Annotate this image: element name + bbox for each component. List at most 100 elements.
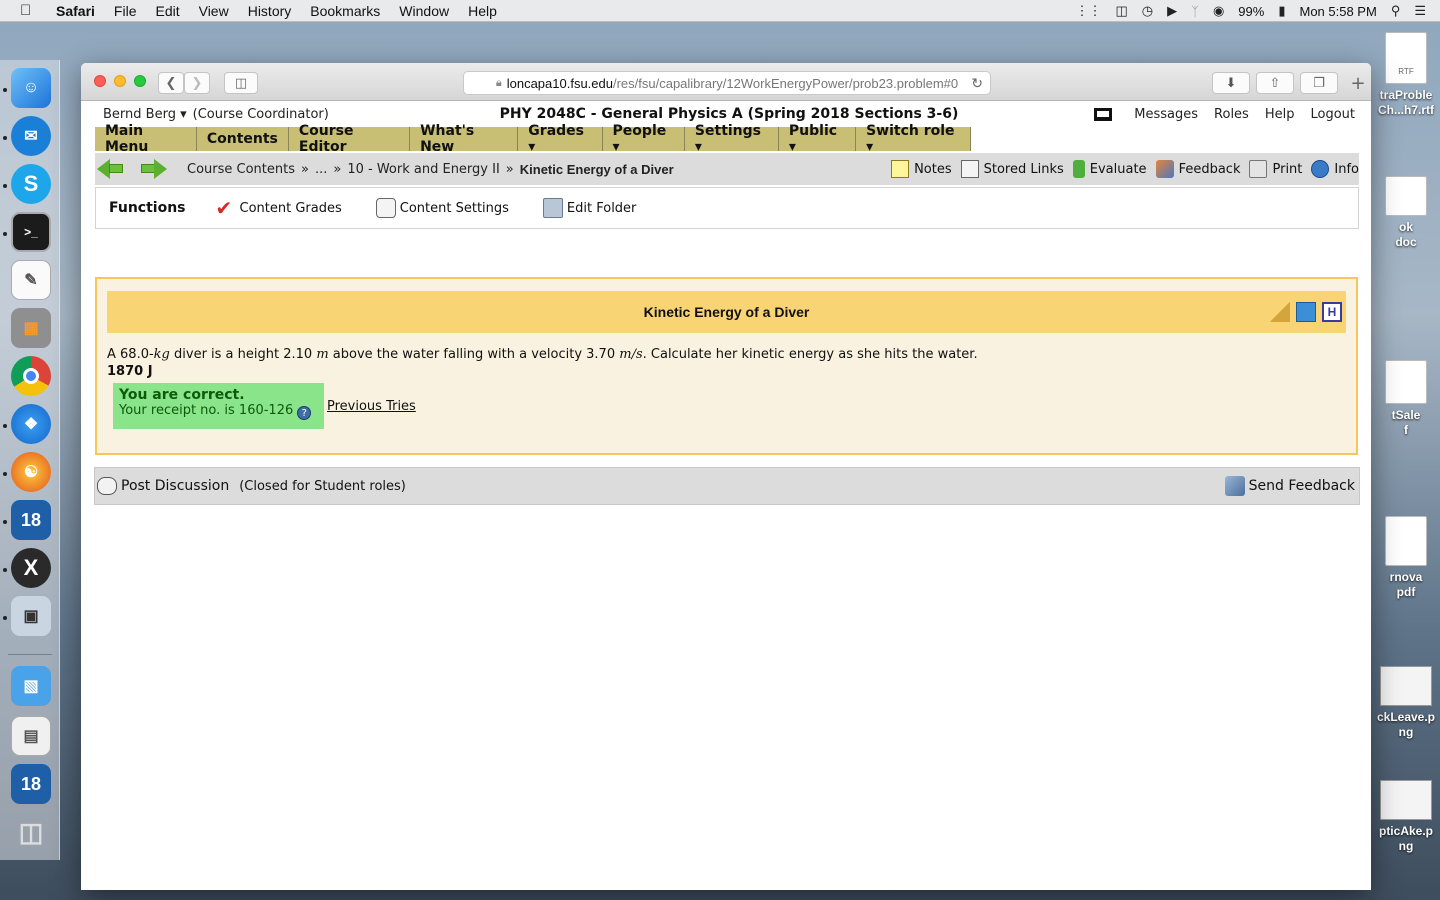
send-feedback-icon — [1224, 476, 1245, 496]
problem-title: Kinetic Energy of a Diver — [643, 304, 810, 320]
tab-overview-button[interactable]: ❐ — [1300, 72, 1338, 94]
wifi-icon[interactable]: ◉ — [1213, 3, 1224, 19]
notification-center-icon[interactable]: ☰ — [1414, 3, 1426, 19]
desktop-file[interactable]: tSale f — [1372, 360, 1440, 438]
menu-edit[interactable]: Edit — [155, 3, 179, 19]
menu-bookmarks[interactable]: Bookmarks — [310, 3, 380, 19]
edit-folder-link[interactable]: Edit Folder — [542, 198, 636, 218]
menu-grades[interactable]: Grades ▾ — [518, 123, 603, 155]
evaluate-button[interactable]: Evaluate — [1072, 160, 1147, 178]
menu-file[interactable]: File — [114, 3, 137, 19]
menu-settings[interactable]: Settings ▾ — [685, 123, 779, 155]
breadcrumb-separator: » — [505, 161, 514, 177]
help-link[interactable]: Help — [1265, 107, 1295, 122]
problem-header-icons: H — [1264, 302, 1342, 322]
discussion-bar: Post Discussion (Closed for Student role… — [94, 467, 1360, 505]
breadcrumb-ellipsis[interactable]: ... — [315, 162, 327, 177]
menu-people[interactable]: People ▾ — [603, 123, 685, 155]
skype-icon[interactable]: S — [11, 164, 51, 204]
battery-icon[interactable]: ▮ — [1278, 3, 1285, 19]
chrome-icon[interactable] — [11, 356, 51, 396]
macos-menubar:  Safari File Edit View History Bookmark… — [0, 0, 1440, 22]
notes-button[interactable]: Notes — [891, 160, 952, 178]
functions-title: Functions — [109, 200, 186, 216]
chevron-left-icon: ❮ — [165, 75, 177, 91]
address-bar[interactable]: 🔒︎ loncapa10.fsu.edu/res/fsu/capalibrary… — [463, 71, 991, 95]
new-tab-button[interactable]: + — [1346, 72, 1370, 94]
safari-icon[interactable]: ❖ — [11, 404, 51, 444]
finder-icon[interactable]: ☺ — [11, 68, 51, 108]
menu-switch-role[interactable]: Switch role ▾ — [856, 123, 971, 155]
menu-app[interactable]: Safari — [56, 3, 95, 19]
terminal-icon[interactable]: >_ — [11, 212, 51, 252]
content-settings-link[interactable]: Content Settings — [375, 198, 509, 218]
content-grades-link[interactable]: ✔ Content Grades — [216, 198, 342, 218]
downloads-button[interactable]: ⬇ — [1212, 72, 1250, 94]
stored-links-button[interactable]: Stored Links — [960, 160, 1064, 178]
bluetooth-icon[interactable]: ᛉ — [1191, 4, 1199, 19]
screenshot-stack-icon[interactable]: ▤ — [11, 716, 51, 756]
previous-resource-button[interactable] — [97, 158, 123, 180]
xquartz-icon[interactable]: X — [11, 548, 51, 588]
preview-icon[interactable]: ▣ — [11, 596, 51, 636]
help-icon[interactable]: ? — [297, 406, 312, 420]
close-window-button[interactable] — [94, 75, 106, 87]
reload-icon[interactable]: ↻ — [971, 75, 983, 92]
apple-icon[interactable]:  — [20, 2, 38, 19]
menu-public[interactable]: Public ▾ — [779, 123, 857, 155]
calculator-icon[interactable]: ▦ — [11, 308, 51, 348]
zoom-window-button[interactable] — [134, 75, 146, 87]
sidebar-toggle-button[interactable]: ◫ — [224, 72, 258, 94]
trash-icon[interactable]: ◫ — [11, 812, 51, 852]
post-discussion-link[interactable]: Post Discussion — [121, 478, 229, 494]
minimize-window-button[interactable] — [114, 75, 126, 87]
previous-tries-link[interactable]: Previous Tries — [327, 399, 416, 414]
menu-view[interactable]: View — [199, 3, 229, 19]
graph-icon[interactable] — [1296, 302, 1316, 322]
breadcrumb-folder[interactable]: 10 - Work and Energy II — [347, 162, 499, 177]
hint-icon[interactable]: H — [1322, 302, 1342, 322]
maple-icon[interactable]: 18 — [11, 500, 51, 540]
folder-icon[interactable]: ▧ — [11, 666, 51, 706]
network-icon[interactable]: ⋮⋮ — [1076, 3, 1102, 19]
share-button[interactable]: ⇧ — [1256, 72, 1294, 94]
textedit-icon[interactable]: ✎ — [11, 260, 51, 300]
feedback-button[interactable]: Feedback — [1155, 160, 1240, 178]
menu-whats-new[interactable]: What's New — [410, 123, 519, 155]
menu-contents[interactable]: Contents — [197, 127, 289, 151]
maple-document-icon[interactable]: 18 — [11, 764, 51, 804]
roles-link[interactable]: Roles — [1214, 107, 1249, 122]
volume-icon[interactable]: ▶ — [1167, 3, 1177, 19]
ruler-icon[interactable] — [1270, 302, 1290, 322]
firefox-icon[interactable]: ☯ — [11, 452, 51, 492]
print-button[interactable]: Print — [1249, 160, 1302, 178]
time-machine-icon[interactable]: ◷ — [1142, 3, 1153, 19]
thunderbird-icon[interactable]: ✉ — [11, 116, 51, 156]
plus-icon: + — [1350, 72, 1366, 94]
battery-percent[interactable]: 99% — [1238, 4, 1264, 19]
breadcrumb-root[interactable]: Course Contents — [187, 162, 295, 177]
desktop-file[interactable]: ok doc — [1372, 176, 1440, 250]
next-resource-button[interactable] — [141, 158, 167, 180]
back-button[interactable]: ❮ — [158, 72, 184, 94]
user-menu[interactable]: Bernd Berg ▾ — [103, 107, 187, 122]
send-feedback-link[interactable]: Send Feedback — [1224, 476, 1355, 496]
menu-help[interactable]: Help — [468, 3, 497, 19]
messages-link[interactable]: Messages — [1134, 107, 1198, 122]
airplay-icon[interactable]: ◫ — [1116, 3, 1128, 19]
clock[interactable]: Mon 5:58 PM — [1299, 4, 1376, 19]
desktop-file[interactable]: rnova pdf — [1372, 516, 1440, 600]
desktop-file[interactable]: pticAke.p ng — [1372, 780, 1440, 854]
info-button[interactable]: Info — [1311, 160, 1359, 178]
desktop-file[interactable]: RTF traProble Ch...h7.rtf — [1372, 32, 1440, 118]
menu-main-menu[interactable]: Main Menu — [95, 123, 197, 155]
forward-button[interactable]: ❯ — [184, 72, 210, 94]
logout-link[interactable]: Logout — [1310, 107, 1355, 122]
menu-history[interactable]: History — [248, 3, 292, 19]
desktop-file[interactable]: ckLeave.p ng — [1372, 666, 1440, 740]
menu-window[interactable]: Window — [399, 3, 449, 19]
running-indicator — [3, 424, 7, 428]
monitor-icon[interactable] — [1094, 107, 1113, 121]
menu-course-editor[interactable]: Course Editor — [289, 123, 411, 155]
spotlight-icon[interactable]: ⚲ — [1391, 3, 1401, 19]
